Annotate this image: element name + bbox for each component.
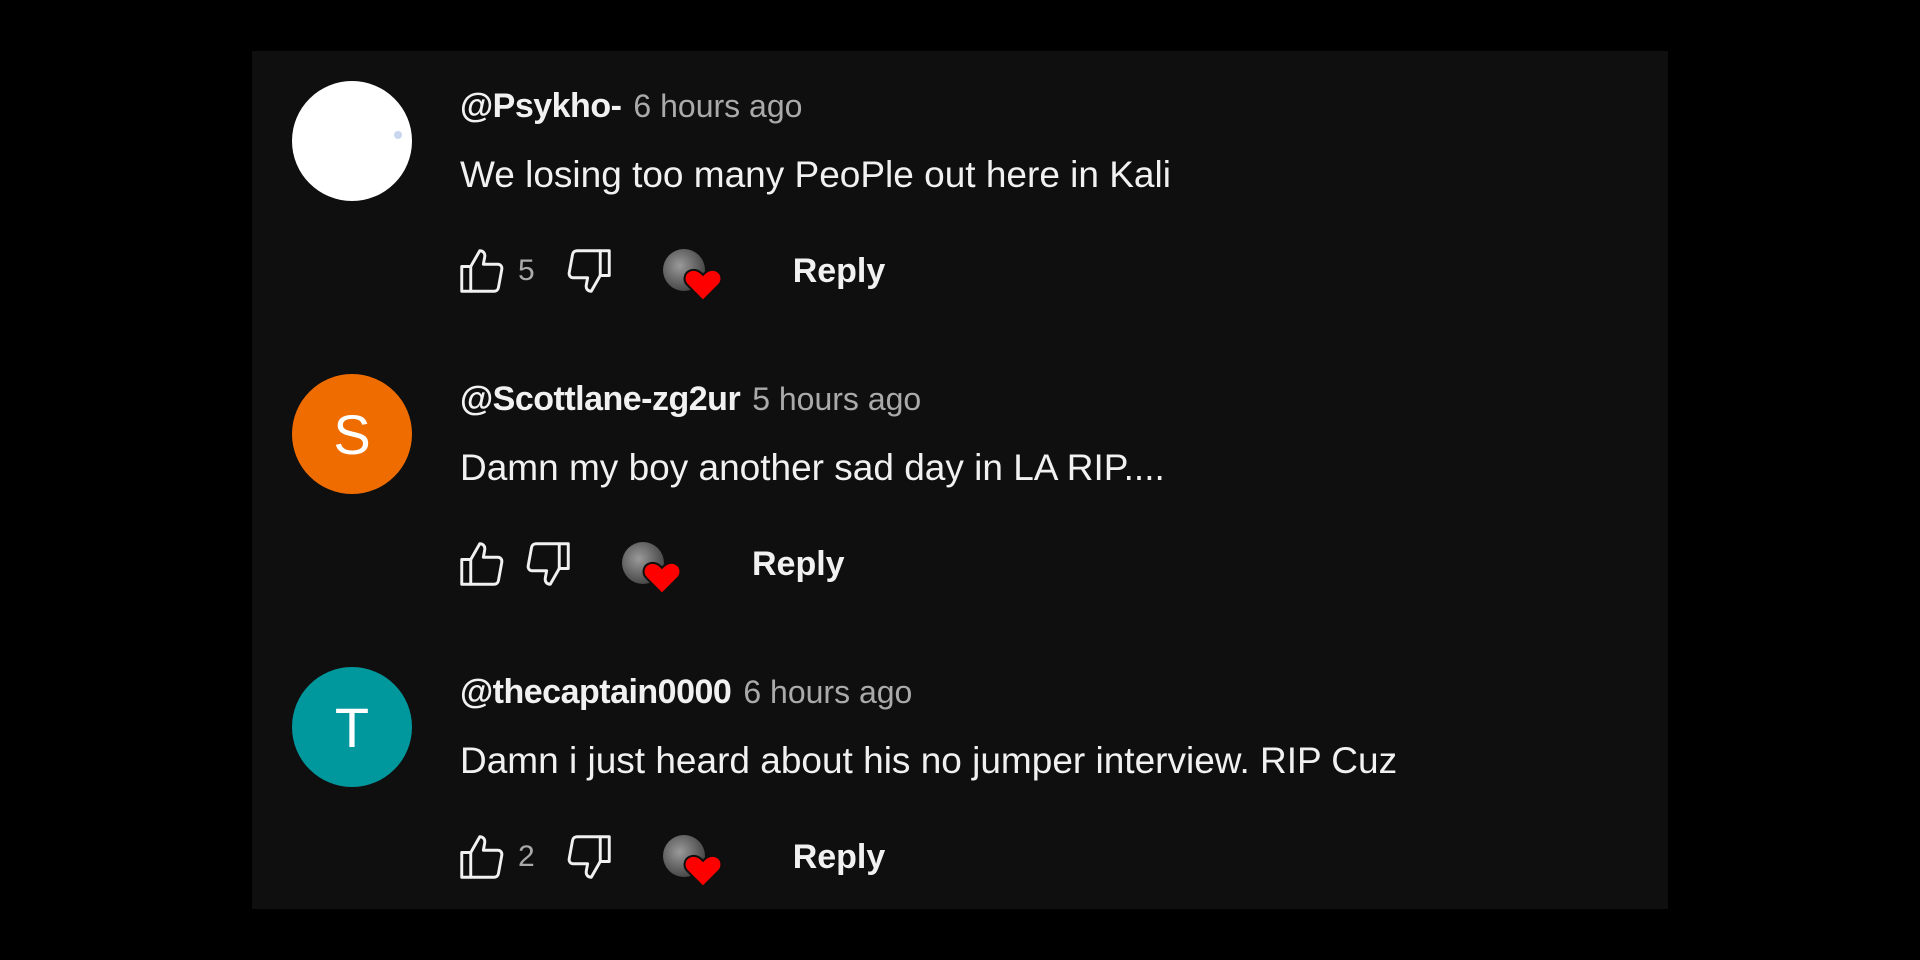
reply-button[interactable]: Reply [793,252,886,291]
thumbs-up-icon [460,835,504,879]
like-button[interactable] [452,827,512,887]
comment-actions: Reply [452,534,845,596]
comments-panel: @Psykho- 6 hours ago We losing too many … [252,51,1668,909]
author-name[interactable]: @thecaptain0000 [460,673,732,712]
comment-text: We losing too many PeoPle out here in Ka… [460,154,1171,195]
thumbs-down-icon [567,835,611,879]
author-name[interactable]: @Scottlane-zg2ur [460,380,741,419]
thumbs-down-icon [567,249,611,293]
heart-icon [683,268,723,303]
comment-header: @Psykho- 6 hours ago [460,87,802,127]
comment-item: @Psykho- 6 hours ago We losing too many … [252,51,1668,303]
creator-heart-badge[interactable] [659,241,723,303]
author-name[interactable]: @Psykho- [460,87,622,126]
thumbs-up-icon [460,542,504,586]
like-count: 5 [518,254,535,287]
heart-icon [683,854,723,889]
like-button[interactable] [452,534,512,594]
comment-text: Damn my boy another sad day in LA RIP...… [460,447,1165,488]
timestamp[interactable]: 6 hours ago [743,674,912,711]
dislike-button[interactable] [559,827,619,887]
creator-heart-badge[interactable] [618,534,682,596]
thumbs-up-icon [460,249,504,293]
timestamp[interactable]: 5 hours ago [752,381,921,418]
avatar-letter: S [333,402,371,466]
timestamp[interactable]: 6 hours ago [633,88,802,125]
comment-actions: 5 Reply [452,241,886,303]
comment-header: @Scottlane-zg2ur 5 hours ago [460,380,921,420]
like-count: 2 [518,840,535,873]
comment-actions: 2 Reply [452,827,886,889]
avatar-dot-icon [394,131,402,139]
heart-icon [642,561,682,596]
avatar[interactable]: S [292,374,412,494]
dislike-button[interactable] [518,534,578,594]
comment-header: @thecaptain0000 6 hours ago [460,673,912,713]
comment-text: Damn i just heard about his no jumper in… [460,740,1398,781]
comment-item: T @thecaptain0000 6 hours ago Damn i jus… [252,637,1668,889]
reply-button[interactable]: Reply [752,545,845,584]
avatar-letter: T [334,695,370,759]
comment-item: S @Scottlane-zg2ur 5 hours ago Damn my b… [252,344,1668,596]
avatar[interactable] [292,81,412,201]
creator-heart-badge[interactable] [659,827,723,889]
thumbs-down-icon [526,542,570,586]
reply-button[interactable]: Reply [793,838,886,877]
dislike-button[interactable] [559,241,619,301]
like-button[interactable] [452,241,512,301]
avatar[interactable]: T [292,667,412,787]
